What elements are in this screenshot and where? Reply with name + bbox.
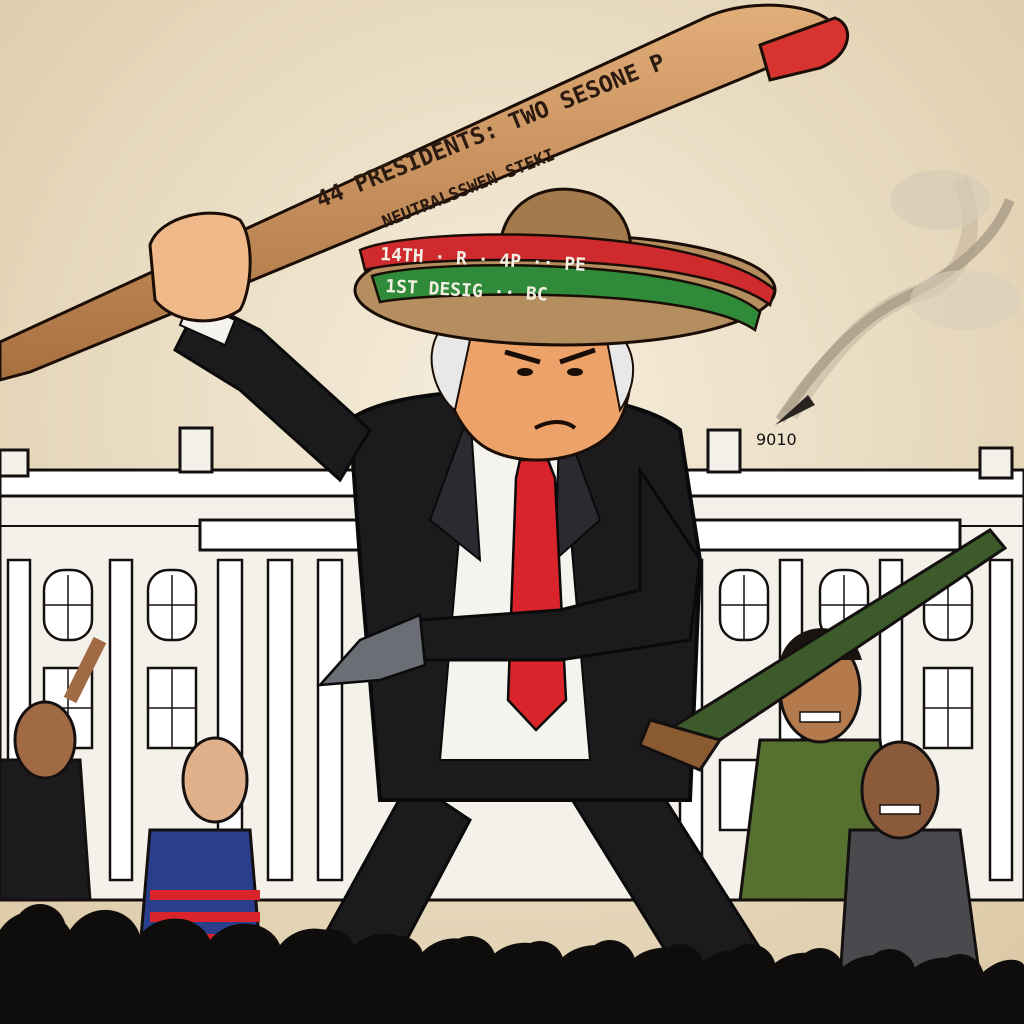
smoke-label: 9010 — [756, 430, 797, 449]
fist — [148, 211, 252, 323]
cartoon-illustration: 9010 44 PRESIDENTS: TWO SESONE P NEUTRAL… — [0, 0, 1024, 1024]
illustration-svg: 9010 44 PRESIDENTS: TWO SESONE P NEUTRAL… — [0, 0, 1024, 1024]
